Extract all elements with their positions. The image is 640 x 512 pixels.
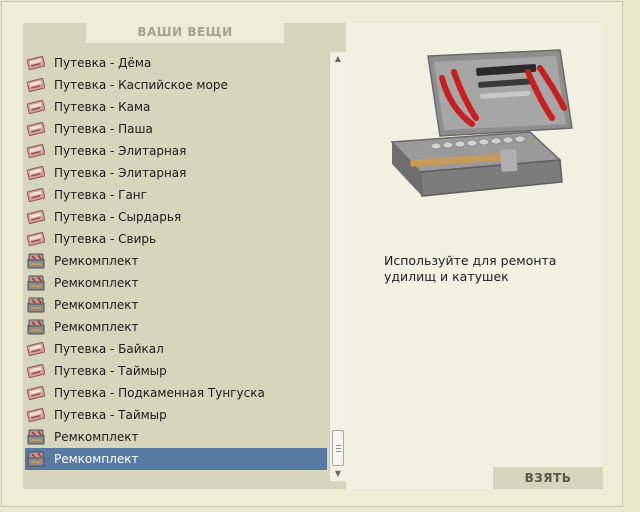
list-item-label: Путевка - Таймыр: [54, 408, 167, 422]
repair-kit-icon: [27, 319, 45, 335]
inventory-list: Путевка - Дёма Путевка - Каспийское море П…: [25, 52, 328, 472]
list-item-label: Путевка - Дёма: [54, 56, 152, 70]
inventory-title: ВАШИ ВЕЩИ: [86, 22, 284, 43]
list-item[interactable]: Путевка - Элитарная: [25, 162, 327, 184]
scroll-down-arrow-icon[interactable]: ▼: [330, 467, 346, 481]
voucher-icon: [26, 55, 46, 71]
list-item-label: Ремкомплект: [54, 254, 139, 268]
list-item[interactable]: Путевка - Каспийское море: [25, 74, 327, 96]
list-item-label: Ремкомплект: [54, 452, 139, 466]
list-item-label: Путевка - Элитарная: [54, 166, 187, 180]
list-item[interactable]: Путевка - Таймыр: [25, 360, 327, 382]
scroll-up-arrow-icon[interactable]: ▲: [330, 52, 346, 66]
grip-line: [336, 451, 341, 452]
list-item-label: Путевка - Сырдарья: [54, 210, 182, 224]
voucher-icon: [26, 143, 46, 159]
list-item[interactable]: Ремкомплект: [25, 272, 327, 294]
list-item-label: Путевка - Каспийское море: [54, 78, 228, 92]
voucher-icon: [26, 407, 46, 423]
item-description: Используйте для ремонта удилищ и катушек: [384, 253, 557, 284]
list-item[interactable]: Путевка - Сырдарья: [25, 206, 327, 228]
voucher-icon: [26, 121, 46, 137]
grip-line: [336, 448, 341, 449]
list-item[interactable]: Ремкомплект: [25, 426, 327, 448]
voucher-icon: [26, 77, 46, 93]
list-item-label: Ремкомплект: [54, 276, 139, 290]
repair-kit-icon: [27, 253, 45, 269]
repair-kit-icon: [27, 451, 45, 467]
list-item-label: Путевка - Таймыр: [54, 364, 167, 378]
list-item-label: Путевка - Подкаменная Тунгуска: [54, 386, 265, 400]
list-item[interactable]: Ремкомплект: [25, 316, 327, 338]
voucher-icon: [26, 209, 46, 225]
voucher-icon: [26, 165, 46, 181]
voucher-icon: [26, 231, 46, 247]
list-item[interactable]: Путевка - Таймыр: [25, 404, 327, 426]
list-item[interactable]: Путевка - Байкал: [25, 338, 327, 360]
grip-line: [336, 445, 341, 446]
list-item[interactable]: Путевка - Дёма: [25, 52, 327, 74]
list-item-label: Ремкомплект: [54, 298, 139, 312]
list-item[interactable]: Путевка - Паша: [25, 118, 327, 140]
list-item[interactable]: Ремкомплект: [25, 294, 327, 316]
repair-kit-icon: [27, 275, 45, 291]
voucher-icon: [26, 341, 46, 357]
list-item[interactable]: Путевка - Кама: [25, 96, 327, 118]
list-item-label: Путевка - Байкал: [54, 342, 164, 356]
list-item-label: Ремкомплект: [54, 320, 139, 334]
repair-kit-icon: [27, 297, 45, 313]
list-item-label: Путевка - Ганг: [54, 188, 147, 202]
list-item-label: Ремкомплект: [54, 430, 139, 444]
voucher-icon: [26, 385, 46, 401]
toolbox-image: [390, 49, 573, 197]
scroll-thumb[interactable]: [332, 430, 344, 466]
list-item[interactable]: Ремкомплект: [25, 250, 327, 272]
list-item-label: Путевка - Свирь: [54, 232, 157, 246]
list-item[interactable]: Путевка - Элитарная: [25, 140, 327, 162]
list-item-label: Путевка - Кама: [54, 100, 151, 114]
list-item-label: Путевка - Элитарная: [54, 144, 187, 158]
voucher-icon: [26, 99, 46, 115]
take-button[interactable]: ВЗЯТЬ: [493, 467, 603, 489]
voucher-icon: [26, 363, 46, 379]
voucher-icon: [26, 187, 46, 203]
list-item[interactable]: Путевка - Подкаменная Тунгуска: [25, 382, 327, 404]
list-item-label: Путевка - Паша: [54, 122, 153, 136]
list-item[interactable]: Путевка - Свирь: [25, 228, 327, 250]
list-scrollbar[interactable]: ▲ ▼: [329, 52, 346, 481]
list-item[interactable]: Путевка - Ганг: [25, 184, 327, 206]
list-item[interactable]: Ремкомплект: [25, 448, 327, 470]
repair-kit-icon: [27, 429, 45, 445]
